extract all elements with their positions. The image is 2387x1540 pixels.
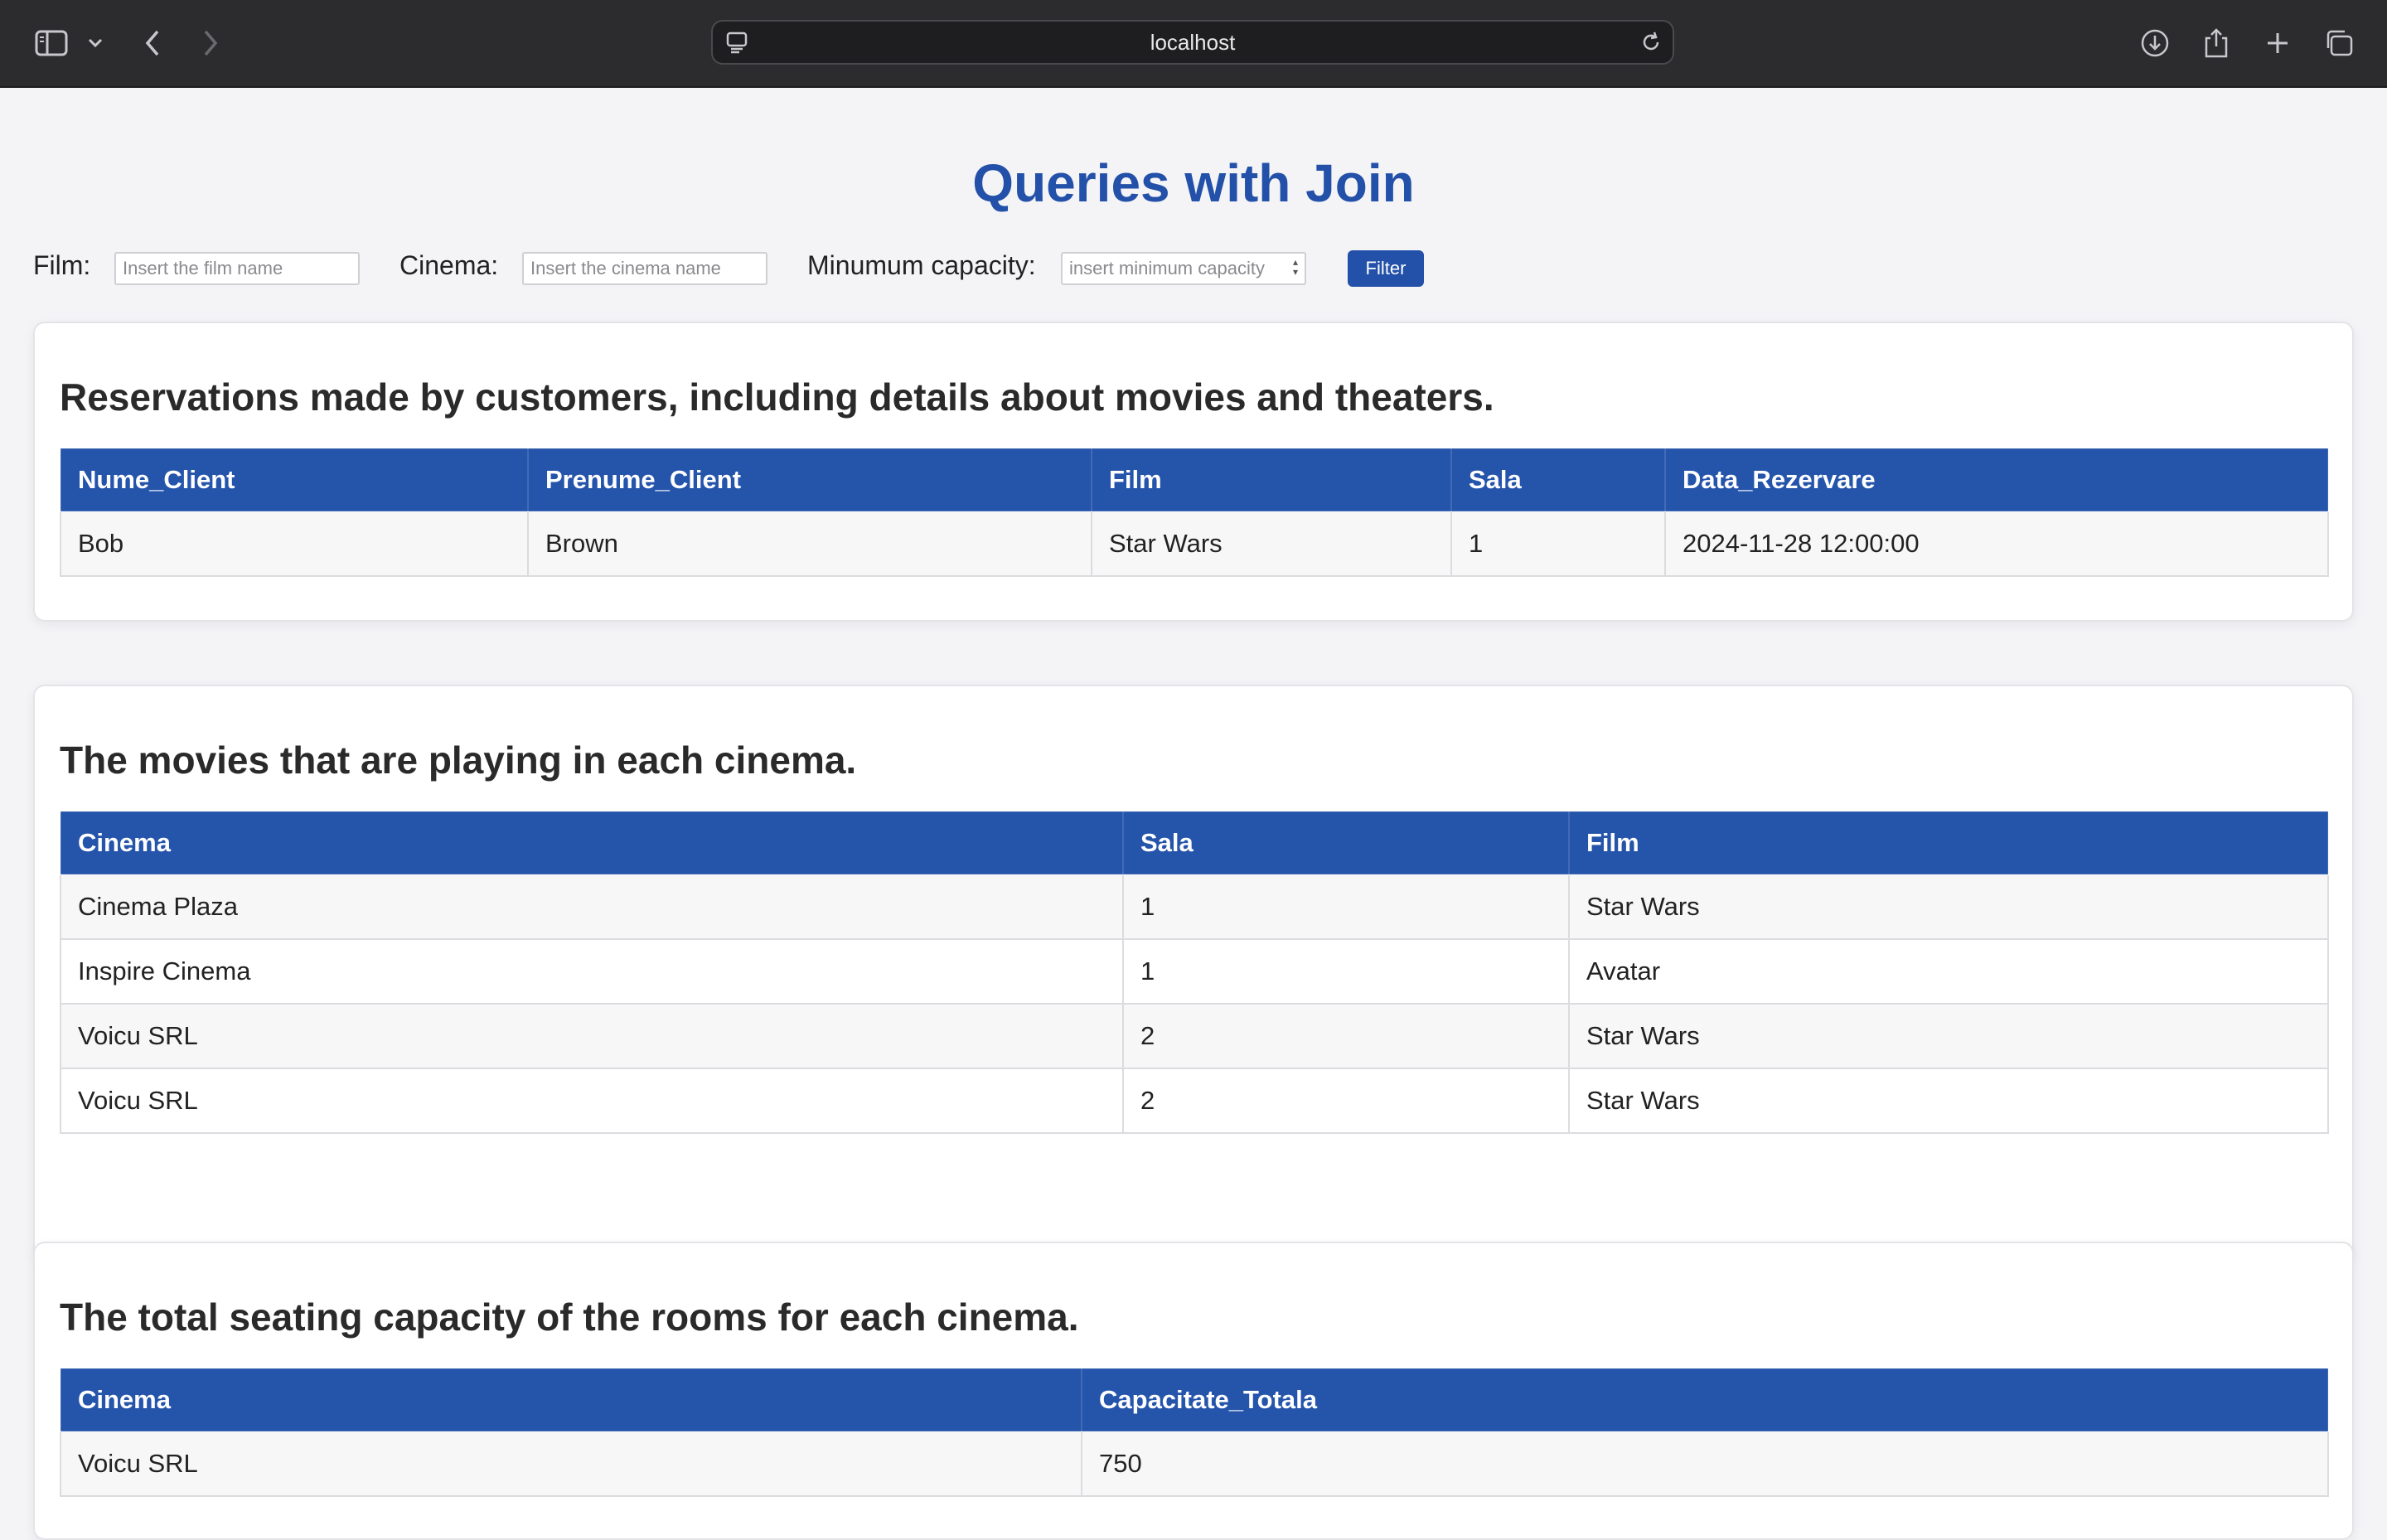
reservations-table: Nume_Client Prenume_Client Film Sala Dat… <box>60 448 2329 577</box>
column-header: Capacitate_Totala <box>1081 1368 2329 1432</box>
table-cell: 1 <box>1122 938 1570 1005</box>
column-header: Sala <box>1450 448 1666 512</box>
column-header: Cinema <box>60 811 1124 875</box>
table-row: Bob Brown Star Wars 1 2024-11-28 12:00:0… <box>60 511 2329 577</box>
table-cell: 2024-11-28 12:00:00 <box>1664 511 2329 577</box>
page-content: Queries with Join Film: Cinema: Minumum … <box>0 88 2387 1540</box>
browser-toolbar: localhost <box>0 0 2387 88</box>
table-cell: Star Wars <box>1568 1003 2329 1069</box>
capacity-card: The total seating capacity of the rooms … <box>33 1242 2354 1540</box>
movies-heading: The movies that are playing in each cine… <box>60 739 857 782</box>
column-header: Data_Rezervare <box>1664 448 2329 512</box>
address-bar[interactable]: localhost <box>711 20 1674 65</box>
table-cell: Voicu SRL <box>60 1003 1124 1069</box>
reservations-card: Reservations made by customers, includin… <box>33 322 2354 622</box>
table-cell: 750 <box>1081 1431 2329 1497</box>
table-cell: 1 <box>1450 511 1666 577</box>
table-cell: Brown <box>527 511 1092 577</box>
table-cell: Cinema Plaza <box>60 874 1124 940</box>
tab-overview-icon[interactable] <box>2317 22 2360 65</box>
stepper-icon[interactable]: ▴ ▾ <box>1290 255 1301 278</box>
table-row: Cinema Plaza 1 Star Wars <box>60 874 2329 940</box>
table-cell: Star Wars <box>1568 1068 2329 1134</box>
table-header-row: Cinema Sala Film <box>60 811 2329 875</box>
url-text: localhost <box>1150 30 1236 55</box>
movies-table: Cinema Sala Film Cinema Plaza 1 Star War… <box>60 811 2329 1134</box>
table-cell: Avatar <box>1568 938 2329 1005</box>
download-icon[interactable] <box>2133 22 2176 65</box>
sidebar-icon[interactable] <box>30 22 73 65</box>
column-header: Prenume_Client <box>527 448 1092 512</box>
table-row: Inspire Cinema 1 Avatar <box>60 938 2329 1005</box>
column-header: Nume_Client <box>60 448 529 512</box>
column-header: Film <box>1568 811 2329 875</box>
film-input[interactable] <box>114 252 360 285</box>
reservations-heading: Reservations made by customers, includin… <box>60 375 1494 419</box>
table-row: Voicu SRL 750 <box>60 1431 2329 1497</box>
capacity-table: Cinema Capacitate_Totala Voicu SRL 750 <box>60 1368 2329 1497</box>
table-cell: Voicu SRL <box>60 1431 1082 1497</box>
column-header: Cinema <box>60 1368 1082 1432</box>
filter-button[interactable]: Filter <box>1348 250 1424 287</box>
table-row: Voicu SRL 2 Star Wars <box>60 1003 2329 1069</box>
reload-icon[interactable] <box>1638 29 1664 56</box>
table-cell: 1 <box>1122 874 1570 940</box>
page-title: Queries with Join <box>972 153 1415 213</box>
table-header-row: Cinema Capacitate_Totala <box>60 1368 2329 1432</box>
column-header: Film <box>1091 448 1452 512</box>
capacity-label: Minumum capacity: <box>807 250 1036 280</box>
table-cell: Voicu SRL <box>60 1068 1124 1134</box>
table-row: Voicu SRL 2 Star Wars <box>60 1068 2329 1134</box>
capacity-input[interactable] <box>1061 252 1306 285</box>
column-header: Sala <box>1122 811 1570 875</box>
chevron-down-icon[interactable] <box>75 22 116 65</box>
capacity-field[interactable]: ▴▾ <box>1061 252 1306 285</box>
movies-card: The movies that are playing in each cine… <box>33 685 2354 1262</box>
table-header-row: Nume_Client Prenume_Client Film Sala Dat… <box>60 448 2329 512</box>
back-icon[interactable] <box>131 22 174 65</box>
table-cell: 2 <box>1122 1068 1570 1134</box>
new-tab-icon[interactable] <box>2256 22 2299 65</box>
cinema-input[interactable] <box>522 252 767 285</box>
table-cell: Star Wars <box>1091 511 1452 577</box>
film-label: Film: <box>33 250 91 280</box>
table-cell: Inspire Cinema <box>60 938 1124 1005</box>
forward-icon[interactable] <box>189 22 232 65</box>
table-cell: 2 <box>1122 1003 1570 1069</box>
table-cell: Star Wars <box>1568 874 2329 940</box>
cinema-label: Cinema: <box>399 250 499 280</box>
table-cell: Bob <box>60 511 529 577</box>
share-icon[interactable] <box>2195 22 2238 65</box>
capacity-heading: The total seating capacity of the rooms … <box>60 1295 1079 1339</box>
